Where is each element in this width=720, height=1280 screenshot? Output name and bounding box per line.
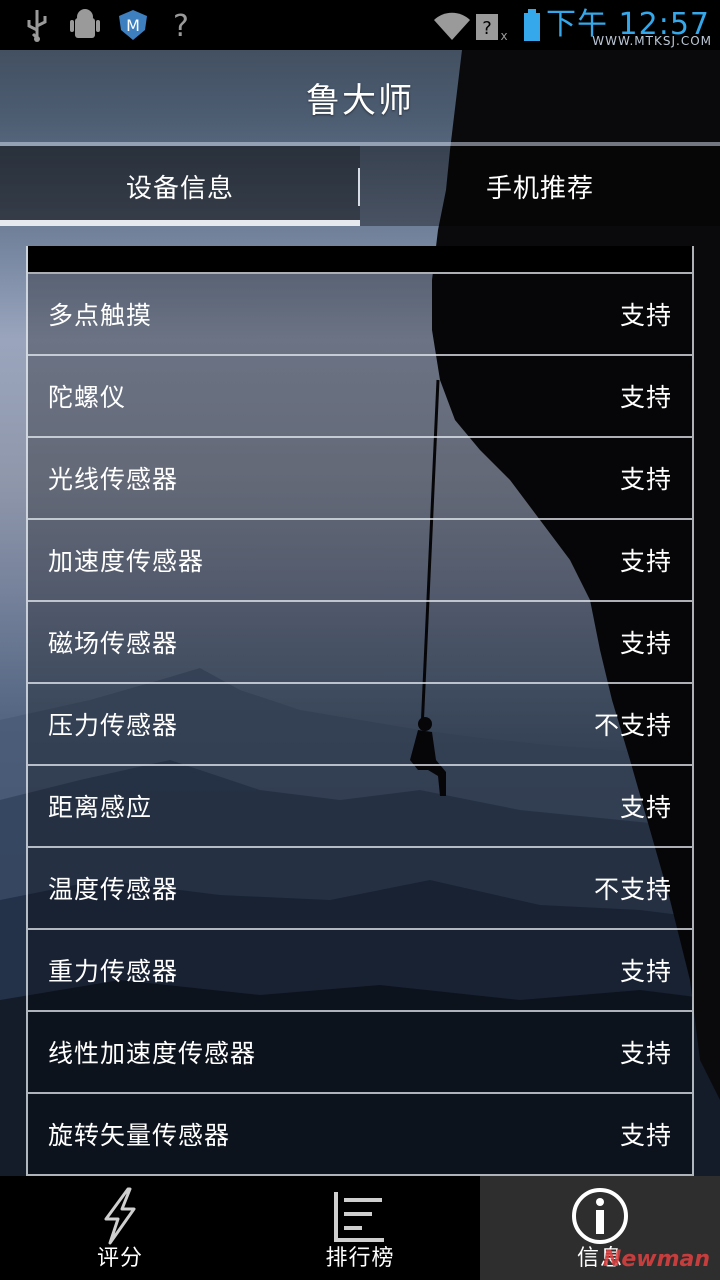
feature-name: 光线传感器 xyxy=(48,465,179,494)
android-debug-icon xyxy=(68,8,102,42)
tab-separator xyxy=(358,168,360,206)
feature-support-value: 不支持 xyxy=(593,711,672,740)
watermark-text: WWW.MTKSJ.COM xyxy=(592,34,712,48)
list-item[interactable]: 压力传感器 不支持 xyxy=(28,684,692,766)
svg-text:M: M xyxy=(126,16,140,35)
nav-item-score[interactable]: 评分 xyxy=(0,1176,240,1280)
app-screen: M ? ? x 下午 12:57 WWW.MTKSJ.COM 鲁大师 设备信息 手… xyxy=(0,0,720,1280)
feature-name: 多点触摸 xyxy=(48,301,153,330)
feature-support-value: 支持 xyxy=(619,301,672,330)
tab-label: 设备信息 xyxy=(125,173,234,204)
status-bar: M ? ? x 下午 12:57 WWW.MTKSJ.COM xyxy=(0,0,720,50)
battery-icon xyxy=(520,8,544,42)
tab-label: 手机推荐 xyxy=(485,173,594,204)
list-item[interactable]: 光线传感器 支持 xyxy=(28,438,692,520)
list-item[interactable]: 距离感应 支持 xyxy=(28,766,692,848)
list-item[interactable]: 陀螺仪 支持 xyxy=(28,356,692,438)
feature-name: 陀螺仪 xyxy=(48,383,127,412)
mobile-signal-icon: ? x xyxy=(474,8,510,42)
feature-name: 线性加速度传感器 xyxy=(48,1039,257,1068)
sensor-feature-list[interactable]: 多点触摸 支持 陀螺仪 支持 光线传感器 支持 加速度传感器 支持 磁场传感器 … xyxy=(26,246,694,1176)
nav-item-info[interactable]: 信息 Newman xyxy=(480,1176,720,1280)
list-item[interactable]: 加速度传感器 支持 xyxy=(28,520,692,602)
list-item[interactable]: 重力传感器 支持 xyxy=(28,930,692,1012)
svg-text:x: x xyxy=(500,29,507,42)
tab-active-indicator xyxy=(0,220,360,226)
feature-name: 加速度传感器 xyxy=(48,547,205,576)
corner-watermark: Newman xyxy=(602,1247,710,1272)
bottom-navigation: 评分 排行榜 信息 Newman xyxy=(0,1176,720,1280)
feature-support-value: 支持 xyxy=(619,957,672,986)
ranking-list-icon xyxy=(328,1184,392,1248)
feature-name: 温度传感器 xyxy=(48,875,179,904)
feature-name: 重力传感器 xyxy=(48,957,179,986)
list-item[interactable]: 旋转矢量传感器 支持 xyxy=(28,1094,692,1176)
feature-name: 距离感应 xyxy=(48,793,153,822)
no-sim-icon: ? xyxy=(164,8,198,42)
list-header-strip xyxy=(28,246,692,274)
feature-name: 磁场传感器 xyxy=(48,629,179,658)
usb-icon xyxy=(20,8,54,42)
list-item[interactable]: 温度传感器 不支持 xyxy=(28,848,692,930)
list-item[interactable]: 多点触摸 支持 xyxy=(28,274,692,356)
list-item[interactable]: 线性加速度传感器 支持 xyxy=(28,1012,692,1094)
info-icon xyxy=(568,1184,632,1248)
tab-phone-recommend[interactable]: 手机推荐 xyxy=(360,146,720,226)
wifi-icon xyxy=(432,8,472,42)
feature-name: 旋转矢量传感器 xyxy=(48,1121,231,1150)
feature-support-value: 支持 xyxy=(619,383,672,412)
tab-bar: 设备信息 手机推荐 xyxy=(0,146,720,226)
title-bar: 鲁大师 xyxy=(0,50,720,144)
feature-name: 压力传感器 xyxy=(48,711,179,740)
feature-support-value: 不支持 xyxy=(593,875,672,904)
lightning-icon xyxy=(88,1184,152,1248)
security-app-icon: M xyxy=(116,8,150,42)
feature-support-value: 支持 xyxy=(619,465,672,494)
feature-support-value: 支持 xyxy=(619,629,672,658)
svg-text:?: ? xyxy=(482,18,492,39)
feature-support-value: 支持 xyxy=(619,1121,672,1150)
tab-device-info[interactable]: 设备信息 xyxy=(0,146,360,226)
nav-item-ranking[interactable]: 排行榜 xyxy=(240,1176,480,1280)
feature-support-value: 支持 xyxy=(619,793,672,822)
page-title: 鲁大师 xyxy=(306,80,414,121)
svg-text:?: ? xyxy=(173,9,189,42)
list-item[interactable]: 磁场传感器 支持 xyxy=(28,602,692,684)
feature-support-value: 支持 xyxy=(619,1039,672,1068)
feature-support-value: 支持 xyxy=(619,547,672,576)
